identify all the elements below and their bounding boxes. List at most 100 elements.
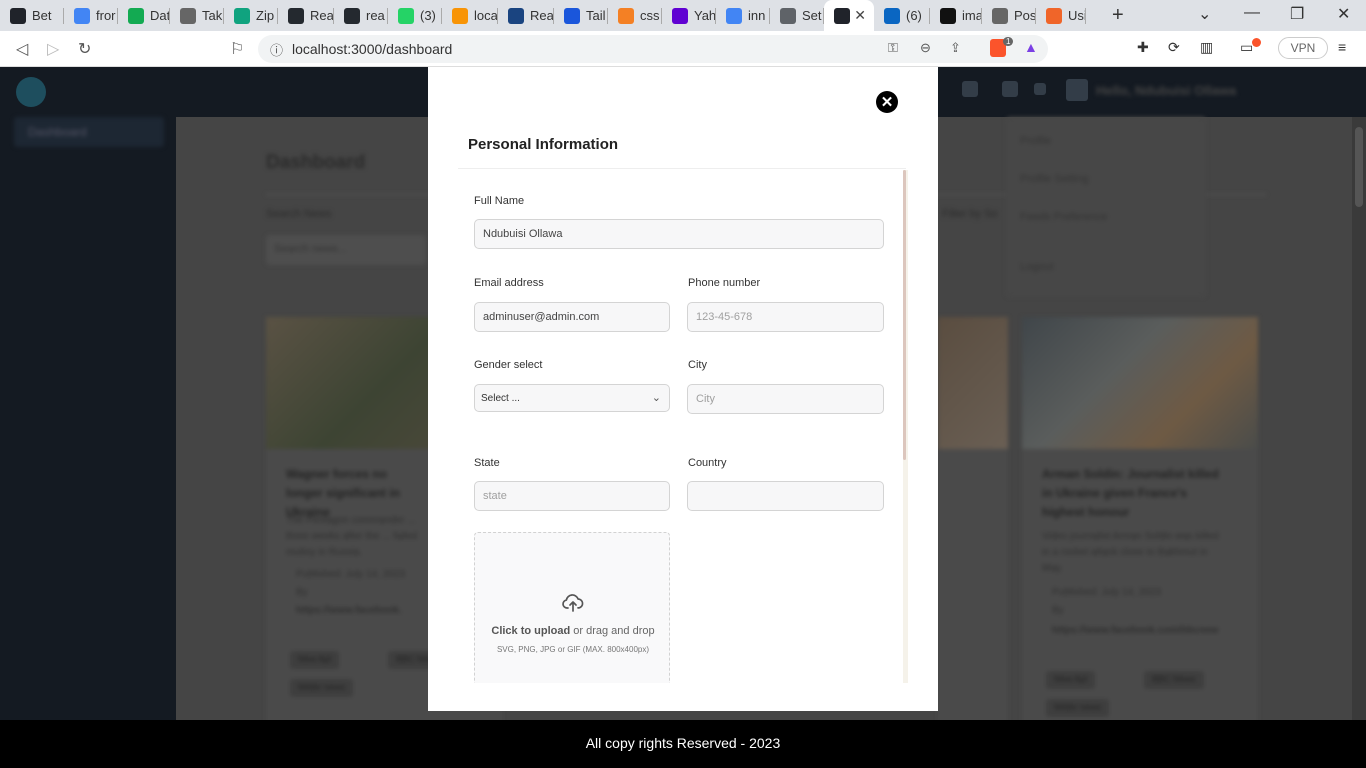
tab-label: loca (474, 8, 498, 23)
browser-tab[interactable]: Rea (498, 0, 554, 31)
tab-label: fror (96, 8, 116, 23)
new-tab-button[interactable]: + (1112, 4, 1124, 27)
tab-favicon-icon (780, 7, 796, 24)
notification-icon[interactable] (1002, 81, 1018, 97)
avatar[interactable] (1066, 79, 1088, 101)
page-scrollbar-thumb[interactable] (1355, 127, 1363, 207)
sync-icon[interactable]: ⟳ (1168, 39, 1180, 56)
back-icon[interactable]: ◁ (16, 39, 28, 59)
browser-tab[interactable]: (6) (874, 0, 930, 31)
browser-tab[interactable]: fror (64, 0, 118, 31)
news-card[interactable]: Arman Soldin: Journalist killed in Ukrai… (1022, 317, 1258, 720)
browser-tab[interactable]: Tail (554, 0, 608, 31)
minimize-button[interactable]: — (1244, 4, 1260, 22)
news-published: Published: July 14, 2023 (296, 569, 405, 580)
share-icon[interactable]: ⇪ (950, 40, 961, 56)
address-bar[interactable]: ⓘ localhost:3000/dashboard ⚿ ⊖ ⇪ (258, 35, 1048, 63)
user-name-text: Ndubuisi Ollawa (1135, 83, 1237, 98)
city-field[interactable] (687, 384, 884, 414)
browser-tab[interactable]: loca (442, 0, 498, 31)
tab-label: Rea (310, 8, 334, 23)
news-tag[interactable]: Wider news (1046, 699, 1110, 717)
filter-label: Filter by So (942, 208, 998, 220)
news-icon[interactable] (962, 81, 978, 97)
profile-menu-item[interactable]: Profile (1020, 135, 1051, 147)
news-link[interactable]: https://www.facebook.com/bbcnew (1052, 623, 1218, 639)
browser-tab[interactable]: Rea (278, 0, 334, 31)
browser-tab[interactable]: rea (334, 0, 388, 31)
news-tag[interactable]: BBC News (1144, 671, 1204, 689)
news-body: Video journalist Arman Soldin was killed… (1042, 531, 1219, 574)
news-tag[interactable]: Wider news (290, 679, 354, 697)
tab-search-icon[interactable]: ⌄ (1198, 4, 1211, 24)
menu-icon[interactable]: ≡ (1338, 39, 1346, 55)
phone-field[interactable] (687, 302, 884, 332)
bookmark-icon[interactable]: ⚐ (230, 39, 244, 59)
browser-tab[interactable]: Usi (1036, 0, 1086, 31)
tab-close-icon[interactable]: ✕ (854, 7, 866, 24)
full-name-field[interactable] (474, 219, 884, 249)
search-input[interactable]: Search news... (266, 235, 426, 265)
browser-tab[interactable]: ima (930, 0, 982, 31)
zoom-icon[interactable]: ⊖ (920, 40, 931, 56)
news-tag[interactable]: New Apl (290, 651, 340, 669)
browser-tab[interactable]: (3) (388, 0, 442, 31)
news-body: The Pentagon commander ... three weeks a… (286, 515, 418, 558)
tab-favicon-icon (508, 7, 524, 24)
browser-tab[interactable]: Tak (170, 0, 224, 31)
profile-menu-item[interactable]: Feeds Preference (1020, 211, 1107, 223)
site-info-icon[interactable]: ⓘ (270, 40, 283, 59)
personal-info-modal: ✕ Personal Information Full Name Email a… (428, 67, 938, 711)
gender-label: Gender select (474, 359, 543, 371)
profile-menu-item[interactable]: Profile Setting (1020, 173, 1088, 185)
upload-instructions: Click to upload or drag and drop (475, 625, 671, 637)
browser-tab[interactable]: Zip (224, 0, 278, 31)
extensions-icon[interactable]: ✚ (1137, 39, 1149, 56)
tab-favicon-icon (180, 7, 196, 24)
search-placeholder: Search news... (274, 243, 347, 255)
sidebar-toggle-icon[interactable]: ▥ (1200, 39, 1213, 56)
browser-tab[interactable]: Yah (662, 0, 716, 31)
country-label: Country (688, 457, 727, 469)
settings-icon[interactable] (1034, 83, 1046, 95)
window-close-button[interactable]: ✕ (1337, 4, 1350, 24)
form-scrollbar-thumb[interactable] (903, 170, 906, 460)
tab-label: (3) (420, 8, 436, 23)
email-field[interactable] (474, 302, 670, 332)
browser-tab[interactable]: Bet (0, 0, 64, 31)
state-field[interactable] (474, 481, 670, 511)
news-link[interactable]: https://www.facebook. (296, 603, 402, 619)
file-upload-dropzone[interactable]: Click to upload or drag and drop SVG, PN… (474, 532, 670, 683)
news-by: By (296, 587, 308, 598)
browser-tab[interactable]: inn (716, 0, 770, 31)
news-card[interactable] (938, 317, 1008, 720)
profile-menu-item[interactable]: Logout (1020, 261, 1054, 273)
gender-select-value: Select ... (481, 393, 520, 404)
brave-rewards-icon[interactable]: ▲ (1024, 39, 1038, 55)
forward-icon[interactable]: ▷ (47, 39, 59, 59)
page-scrollbar[interactable] (1352, 117, 1366, 720)
sidebar-item-dashboard[interactable]: Dashboard (14, 117, 164, 147)
key-icon[interactable]: ⚿ (888, 40, 898, 56)
chevron-down-icon: ⌄ (651, 392, 661, 404)
form-scrollbar[interactable] (903, 170, 908, 683)
browser-tab[interactable]: css (608, 0, 662, 31)
country-field[interactable] (687, 481, 884, 511)
tab-favicon-icon (992, 7, 1008, 24)
browser-tab[interactable]: Dat (118, 0, 170, 31)
gender-select[interactable]: Select ... ⌄ (474, 384, 670, 412)
vpn-button[interactable]: VPN (1278, 37, 1328, 59)
upload-rest: or drag and drop (570, 625, 655, 637)
news-by: By (1052, 605, 1064, 616)
restore-button[interactable]: ❐ (1290, 4, 1304, 24)
browser-tab[interactable]: ✕ (824, 0, 874, 31)
browser-tab[interactable]: Pos (982, 0, 1036, 31)
user-name[interactable]: Hello, Ndubuisi Ollawa (1096, 83, 1236, 98)
modal-title: Personal Information (468, 136, 619, 153)
tab-favicon-icon (128, 7, 144, 24)
news-tag[interactable]: New Apl (1046, 671, 1096, 689)
close-icon[interactable]: ✕ (876, 91, 898, 113)
browser-tab[interactable]: Set (770, 0, 824, 31)
reload-icon[interactable]: ↻ (78, 39, 91, 59)
app-logo[interactable] (16, 77, 46, 107)
